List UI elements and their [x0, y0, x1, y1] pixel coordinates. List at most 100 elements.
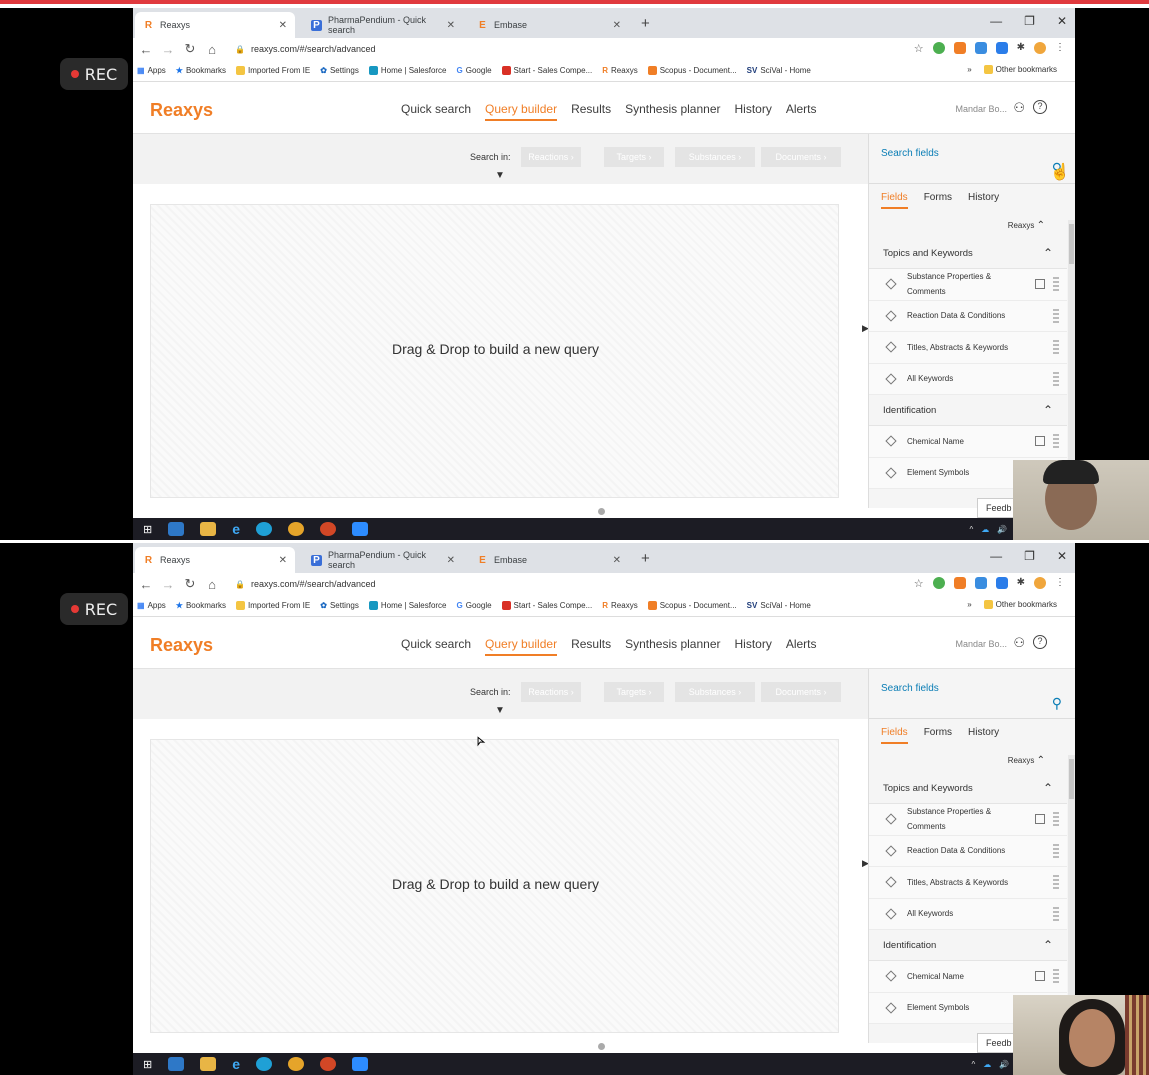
close-tab-icon[interactable]: ✕	[613, 20, 621, 31]
side-tab-history[interactable]: History	[968, 727, 999, 744]
back-icon[interactable]: ←	[137, 577, 155, 592]
home-icon[interactable]: ⌂	[203, 42, 221, 57]
reaxys-logo[interactable]: Reaxys	[150, 635, 213, 656]
other-bookmarks[interactable]: Other bookmarks	[983, 65, 1057, 74]
home-icon[interactable]: ⌂	[203, 577, 221, 592]
bookmark-item[interactable]: Imported From IE	[235, 601, 310, 610]
tab-reaxys[interactable]: R Reaxys ✕	[135, 547, 295, 573]
puzzle-icon[interactable]: ✱	[1017, 42, 1025, 55]
chevron-up-icon[interactable]: ⌃	[1043, 938, 1053, 952]
restore-icon[interactable]: ❐	[1024, 549, 1035, 563]
drag-handle-icon[interactable]	[1053, 340, 1059, 355]
section-header[interactable]: Identification ⌃	[869, 395, 1067, 426]
chrome-icon[interactable]	[288, 1057, 305, 1071]
chevron-up-icon[interactable]: ⌃	[1043, 246, 1053, 260]
url-field[interactable]: 🔒 reaxys.com/#/search/advanced	[235, 44, 376, 54]
windows-start-icon[interactable]: ⊞	[143, 523, 152, 536]
field-item[interactable]: Reaction Data & Conditions	[869, 300, 1067, 332]
pager-dot[interactable]	[598, 508, 605, 515]
tab-embase[interactable]: E Embase ✕	[469, 547, 629, 573]
extension-icon[interactable]	[974, 577, 987, 589]
field-item[interactable]: Chemical Name	[869, 961, 1067, 993]
user-icon[interactable]: ⚇	[1013, 100, 1025, 116]
outlook-icon[interactable]	[168, 1057, 185, 1071]
new-tab-button[interactable]: +	[641, 15, 650, 32]
user-name[interactable]: Mandar Bo...	[955, 639, 1007, 649]
field-item[interactable]: Titles, Abstracts & Keywords	[869, 332, 1067, 364]
tray-arrow-icon[interactable]: ^	[970, 525, 974, 534]
bookmark-item[interactable]: SV SciVal - Home	[747, 66, 811, 75]
section-header[interactable]: Topics and Keywords ⌃	[869, 773, 1067, 804]
panel-scrollbar[interactable]	[1068, 220, 1075, 500]
extension-icon[interactable]	[932, 577, 945, 589]
powerpoint-icon[interactable]	[320, 1057, 337, 1071]
nav-history[interactable]: History	[734, 637, 771, 656]
search-in-targets[interactable]: Targets ›	[604, 682, 664, 702]
field-item[interactable]: Reaction Data & Conditions	[869, 835, 1067, 867]
onedrive-icon[interactable]: ☁	[983, 1060, 991, 1069]
bookmarks-overflow-button[interactable]: »	[967, 65, 971, 74]
onedrive-icon[interactable]: ☁	[981, 525, 989, 534]
bookmark-item[interactable]: G Google	[457, 66, 492, 75]
bookmark-item[interactable]: Start - Sales Compe...	[501, 601, 592, 610]
nav-results[interactable]: Results	[571, 102, 611, 121]
bookmark-item[interactable]: Imported From IE	[235, 66, 310, 75]
form-icon[interactable]	[1035, 279, 1045, 290]
outlook-icon[interactable]	[168, 522, 185, 536]
drag-handle-icon[interactable]	[1053, 969, 1059, 984]
side-tab-fields[interactable]: Fields	[881, 727, 908, 744]
nav-alerts[interactable]: Alerts	[786, 102, 817, 121]
tray-arrow-icon[interactable]: ^	[971, 1060, 975, 1069]
ie-icon[interactable]: e	[232, 521, 240, 537]
search-in-substances[interactable]: Substances ›	[675, 147, 755, 167]
volume-icon[interactable]: 🔊	[999, 1060, 1009, 1069]
scrollbar-thumb[interactable]	[1069, 224, 1074, 264]
bookmark-item[interactable]: Scopus - Document...	[647, 601, 737, 610]
puzzle-icon[interactable]: ✱	[1017, 577, 1025, 590]
reload-icon[interactable]: ↻	[181, 41, 199, 57]
menu-icon[interactable]: ⋮	[1055, 577, 1065, 590]
drag-handle-icon[interactable]	[1053, 308, 1059, 323]
drag-handle-icon[interactable]	[1053, 843, 1059, 858]
field-item[interactable]: Titles, Abstracts & Keywords	[869, 867, 1067, 899]
search-in-substances[interactable]: Substances ›	[675, 682, 755, 702]
bookmark-item[interactable]: ▦ Apps	[137, 601, 166, 610]
close-tab-icon[interactable]: ✕	[447, 555, 455, 566]
chrome-icon[interactable]	[288, 522, 305, 536]
side-tab-forms[interactable]: Forms	[924, 192, 952, 209]
bookmarks-overflow-button[interactable]: »	[967, 600, 971, 609]
bookmark-item[interactable]: ✿ Settings	[320, 601, 359, 610]
close-tab-icon[interactable]: ✕	[613, 555, 621, 566]
forward-icon[interactable]: →	[159, 42, 177, 57]
section-header[interactable]: Topics and Keywords ⌃	[869, 238, 1067, 269]
other-bookmarks[interactable]: Other bookmarks	[983, 600, 1057, 609]
extension-icon[interactable]	[932, 42, 945, 54]
profile-avatar[interactable]	[1034, 577, 1046, 589]
search-fields-title[interactable]: Search fields	[881, 148, 939, 159]
star-icon[interactable]: ☆	[914, 577, 924, 590]
search-in-documents[interactable]: Documents ›	[761, 147, 841, 167]
back-icon[interactable]: ←	[137, 42, 155, 57]
form-icon[interactable]	[1035, 814, 1045, 825]
reaxys-logo[interactable]: Reaxys	[150, 100, 213, 121]
form-icon[interactable]	[1035, 971, 1045, 982]
menu-icon[interactable]: ⋮	[1055, 42, 1065, 55]
close-tab-icon[interactable]: ✕	[447, 20, 455, 31]
panel-scrollbar[interactable]	[1068, 755, 1075, 1035]
drag-handle-icon[interactable]	[1053, 812, 1059, 827]
minimize-icon[interactable]: —	[990, 549, 1002, 563]
field-item[interactable]: Substance Properties & Comments	[869, 804, 1067, 836]
edge-icon[interactable]	[256, 522, 273, 536]
drag-handle-icon[interactable]	[1053, 906, 1059, 921]
new-tab-button[interactable]: +	[641, 550, 650, 567]
file-explorer-icon[interactable]	[200, 522, 217, 536]
source-selector[interactable]: Reaxys ⌃	[1008, 755, 1045, 766]
close-tab-icon[interactable]: ✕	[279, 555, 287, 566]
zoom-icon[interactable]	[352, 1057, 369, 1071]
nav-history[interactable]: History	[734, 102, 771, 121]
search-in-reactions[interactable]: Reactions ›	[521, 682, 581, 702]
search-fields-title[interactable]: Search fields	[881, 683, 939, 694]
extension-icon[interactable]	[974, 42, 987, 54]
source-selector[interactable]: Reaxys ⌃	[1008, 220, 1045, 231]
extension-icon[interactable]	[995, 577, 1008, 589]
